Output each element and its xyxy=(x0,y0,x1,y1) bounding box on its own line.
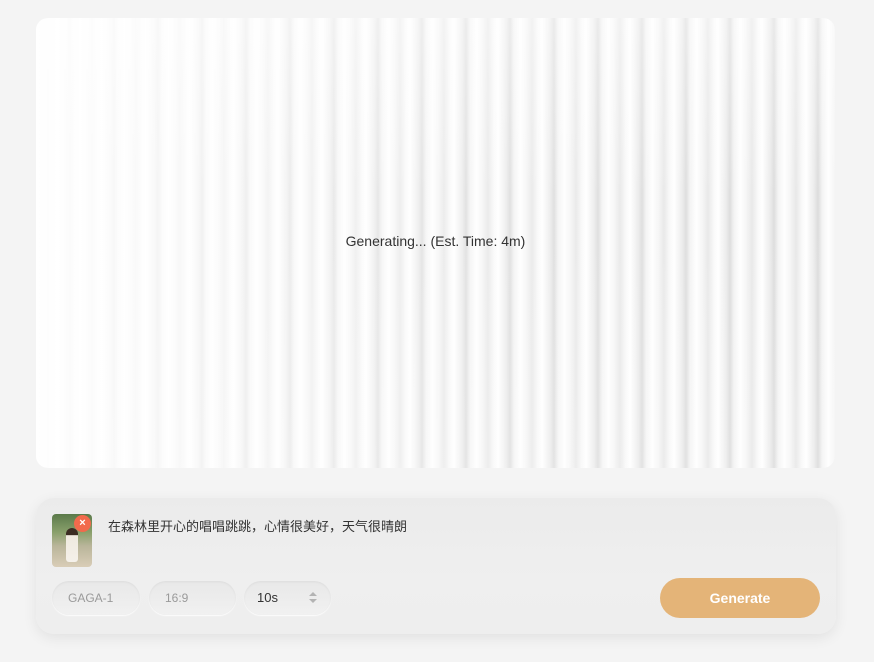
aspect-ratio-select[interactable]: 16:9 xyxy=(149,581,236,615)
generation-status: Generating... (Est. Time: 4m) xyxy=(345,233,526,249)
generate-button[interactable]: Generate xyxy=(660,578,820,618)
video-preview: Generating... (Est. Time: 4m) xyxy=(36,18,835,468)
prompt-text[interactable]: 在森林里开心的唱唱跳跳，心情很美好，天气很晴朗 xyxy=(108,516,407,535)
remove-image-icon[interactable]: × xyxy=(74,515,91,532)
thumbnail-figure xyxy=(66,528,78,562)
prompt-composer: × 在森林里开心的唱唱跳跳，心情很美好，天气很晴朗 GAGA-1 16:9 10… xyxy=(36,498,836,634)
stepper-icon xyxy=(309,592,317,604)
duration-value: 10s xyxy=(257,590,278,605)
duration-select[interactable]: 10s xyxy=(244,581,331,615)
model-select[interactable]: GAGA-1 xyxy=(52,581,140,615)
chevron-up-icon xyxy=(309,592,317,596)
chevron-down-icon xyxy=(309,599,317,603)
